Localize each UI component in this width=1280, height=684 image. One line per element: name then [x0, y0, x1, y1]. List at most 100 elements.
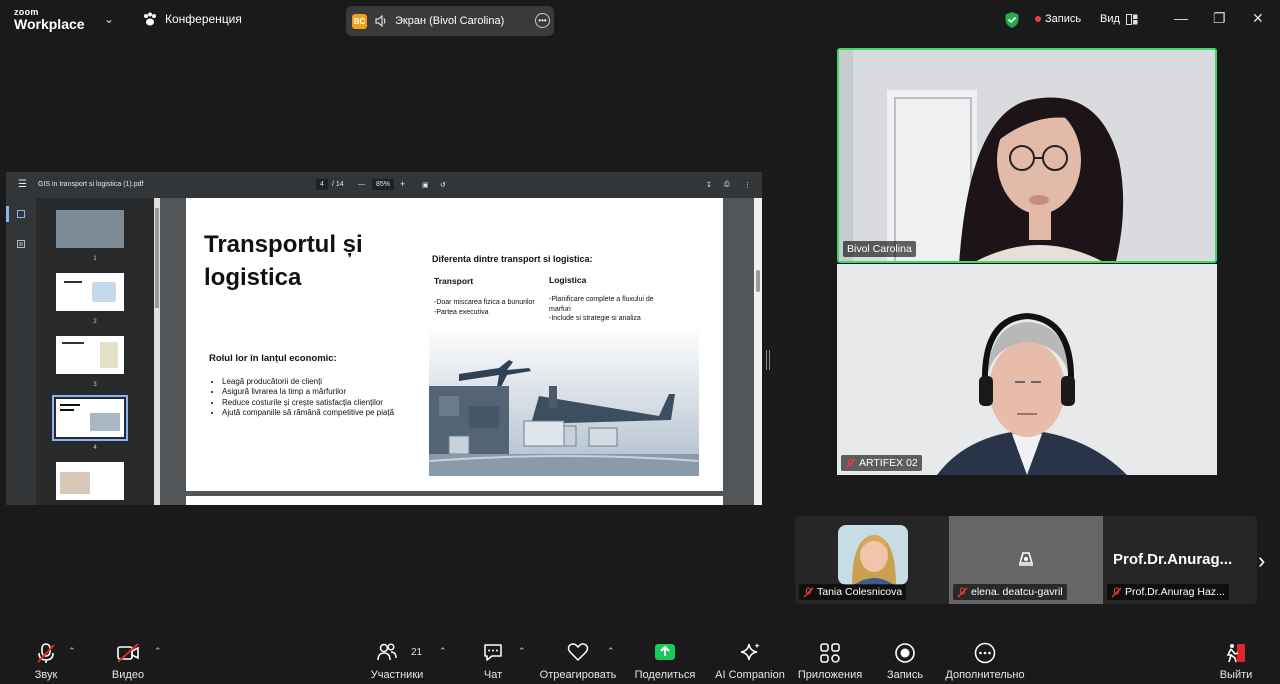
screen-share-pill[interactable]: BC Экран (Bivol Carolina) •••: [346, 6, 554, 36]
participant-name: Bivol Carolina: [847, 243, 912, 255]
thumbnails-icon[interactable]: [17, 210, 25, 218]
strip-tile[interactable]: elena. deatcu-gavril: [949, 516, 1103, 604]
resize-handle[interactable]: [766, 350, 770, 370]
ai-companion-button[interactable]: AI Companion: [712, 634, 788, 684]
participants-button[interactable]: Участники: [362, 634, 432, 684]
top-bar: zoom Workplace ⌄ Конференция BC Экран (B…: [0, 0, 1280, 40]
record-icon: [895, 643, 915, 663]
more-button[interactable]: Дополнительно: [940, 634, 1030, 684]
record-dot-icon: [1035, 16, 1041, 22]
print-icon[interactable]: ⎙: [724, 181, 730, 189]
minimize-icon[interactable]: —: [1174, 10, 1188, 26]
scrollbar-thumb[interactable]: [756, 270, 760, 292]
chat-options-caret[interactable]: ⌃: [518, 646, 526, 657]
mic-muted-icon: [803, 587, 814, 597]
video-button[interactable]: Видео: [100, 634, 156, 684]
active-rail-marker: [6, 206, 9, 222]
slide-title: Transportul și logistica: [204, 231, 363, 291]
react-button[interactable]: Отреагировать: [536, 634, 620, 684]
logo-line2: Workplace: [14, 16, 85, 32]
audio-options-caret[interactable]: ⌃: [68, 646, 76, 657]
share-label: Поделиться: [634, 669, 696, 681]
participants-icon: [376, 643, 397, 661]
video-tile-participant[interactable]: ARTIFEX 02: [837, 264, 1217, 475]
col-text-logistica: -Planificare complete a fluxului de marf…: [549, 296, 654, 322]
paw-icon: [144, 12, 156, 26]
thumbnail-scrollbar[interactable]: [154, 198, 160, 505]
thumbnail-page-5[interactable]: [56, 462, 124, 500]
participant-name-badge: elena. deatcu-gavril: [953, 584, 1067, 600]
more-label: Дополнительно: [945, 669, 1025, 681]
view-label: Вид: [1100, 13, 1120, 25]
chat-icon: [484, 644, 502, 661]
bullet-item: Asigură livrarea la timp a mărfurilor: [222, 387, 397, 397]
video-off-icon: [117, 643, 139, 663]
total-pages: / 14: [332, 181, 344, 188]
participant-display-name: Prof.Dr.Anurag...: [1113, 551, 1233, 568]
download-icon[interactable]: ↧: [706, 181, 712, 189]
grid-view-icon: [1125, 13, 1138, 25]
recording-indicator[interactable]: Запись: [1035, 13, 1081, 25]
participant-name: elena. deatcu-gavril: [971, 586, 1063, 598]
participant-video-woman: [839, 50, 1215, 261]
scrollbar-thumb[interactable]: [155, 208, 159, 308]
chevron-right-icon[interactable]: ›: [1258, 548, 1265, 574]
bullet-item: Reduce costurile și crește satisfacția c…: [222, 398, 397, 408]
shield-icon[interactable]: [1004, 11, 1020, 29]
pdf-page: Transportul și logistica Diferenta dintr…: [186, 198, 723, 491]
apps-icon: [820, 643, 840, 663]
video-options-caret[interactable]: ⌃: [154, 646, 162, 657]
share-button[interactable]: Поделиться: [630, 634, 700, 684]
participant-photo: [838, 525, 908, 585]
more-vert-icon[interactable]: ⋮: [744, 181, 751, 189]
thumbnail-number: 1: [93, 256, 97, 262]
strip-tile[interactable]: Prof.Dr.Anurag... Prof.Dr.Anurag Haz...: [1103, 516, 1257, 604]
record-label: Запись: [886, 669, 924, 681]
outline-icon[interactable]: [17, 240, 25, 248]
chevron-down-icon[interactable]: ⌄: [104, 12, 114, 26]
participant-strip: Tania Colesnicova elena. deatcu-gavril P…: [795, 516, 1257, 604]
strip-tile[interactable]: Tania Colesnicova: [795, 516, 949, 604]
page-scrollbar[interactable]: [754, 198, 762, 505]
chat-button[interactable]: Чат: [470, 634, 516, 684]
react-label: Отреагировать: [539, 669, 617, 681]
participants-count: 21: [411, 647, 423, 658]
video-tile-active-speaker[interactable]: Bivol Carolina: [837, 48, 1217, 263]
pdf-sidebar-rail: [6, 198, 36, 505]
col-text-transport: -Doar miscarea fizica a bunurilor -Parte…: [434, 299, 535, 316]
view-button[interactable]: Вид: [1100, 13, 1138, 25]
record-button[interactable]: Запись: [878, 634, 932, 684]
apps-label: Приложения: [797, 669, 863, 681]
participants-options-caret[interactable]: ⌃: [439, 646, 447, 657]
rotate-icon[interactable]: ↺: [440, 181, 446, 189]
menu-icon[interactable]: ☰: [18, 179, 27, 190]
fit-page-icon[interactable]: ▣: [422, 181, 429, 189]
restore-icon[interactable]: ❐: [1213, 10, 1226, 27]
audio-label: Звук: [34, 669, 58, 681]
more-options-icon[interactable]: •••: [535, 13, 550, 28]
zoom-level[interactable]: 85%: [372, 179, 394, 190]
speaker-icon: [375, 15, 386, 27]
audio-button[interactable]: Звук: [18, 634, 74, 684]
participant-name: Tania Colesnicova: [817, 586, 903, 598]
apps-button[interactable]: Приложения: [794, 634, 866, 684]
zoom-out-icon[interactable]: —: [358, 181, 365, 188]
mic-muted-icon: [845, 458, 856, 468]
thumbnail-page-3[interactable]: [56, 336, 124, 374]
thumbnail-page-2[interactable]: [56, 273, 124, 311]
pdf-filename: GIS in transport si logistica (1).pdf: [38, 181, 144, 188]
meeting-label: Конференция: [165, 12, 242, 26]
participant-name-badge: Tania Colesnicova: [799, 584, 907, 600]
thumbnail-number: 4: [93, 445, 97, 451]
close-icon[interactable]: ✕: [1252, 10, 1264, 27]
mic-muted-icon: [1111, 587, 1122, 597]
react-options-caret[interactable]: ⌃: [607, 646, 615, 657]
mic-muted-icon: [957, 587, 968, 597]
leave-button[interactable]: Выйти: [1212, 634, 1260, 684]
page-number-input[interactable]: 4: [316, 179, 328, 190]
thumbnail-page-4[interactable]: [56, 399, 124, 437]
meeting-info-button[interactable]: Конференция: [142, 12, 242, 26]
thumbnail-page-1[interactable]: [56, 210, 124, 248]
leave-label: Выйти: [1219, 669, 1253, 681]
zoom-in-icon[interactable]: +: [400, 179, 405, 189]
